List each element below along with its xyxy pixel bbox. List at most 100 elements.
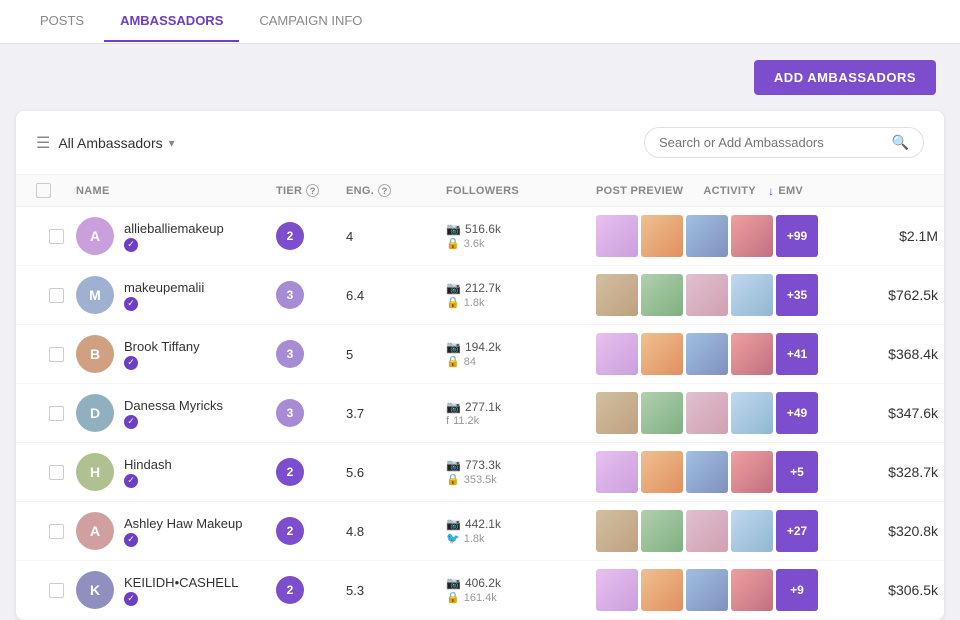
- table-row: D Danessa Myricks ✓ 3 3.7 📷 277.1k f 11.…: [16, 384, 944, 443]
- followers-sub: 🔒 353.5k: [446, 473, 596, 486]
- table-row: M makeupemalii ✓ 3 6.4 📷 212.7k 🔒 1.8k: [16, 266, 944, 325]
- name-info: KEILIDH•CASHELL ✓: [124, 575, 238, 606]
- preview-thumb: [596, 274, 638, 316]
- followers-main: 📷 442.1k: [446, 517, 596, 531]
- tab-ambassadors[interactable]: AMBASSADORS: [104, 1, 239, 42]
- more-actions-button[interactable]: ⋮: [938, 457, 944, 487]
- filter-dropdown[interactable]: All Ambassadors ▾: [58, 135, 174, 151]
- col-emv[interactable]: ↓ EMV: [768, 184, 888, 198]
- more-actions-cell: ⋮: [938, 457, 944, 487]
- tier-cell: 2: [276, 458, 346, 486]
- followers-main: 📷 773.3k: [446, 458, 596, 472]
- engagement-cell: 4.8: [346, 524, 446, 539]
- preview-cell: +49: [596, 392, 818, 434]
- row-checkbox[interactable]: [49, 583, 64, 598]
- preview-thumb: [731, 392, 773, 434]
- select-all-checkbox[interactable]: [36, 183, 51, 198]
- col-post-preview: Post Preview Activity: [596, 185, 768, 197]
- verified-icon: ✓: [124, 297, 138, 311]
- eng-info-icon[interactable]: ?: [378, 184, 391, 197]
- row-checkbox[interactable]: [49, 229, 64, 244]
- preview-thumb: [686, 333, 728, 375]
- verified-icon: ✓: [124, 592, 138, 606]
- preview-more-badge: +27: [776, 510, 818, 552]
- ambassador-name: KEILIDH•CASHELL: [124, 575, 238, 590]
- tier-info-icon[interactable]: ?: [306, 184, 319, 197]
- followers-sub: f 11.2k: [446, 415, 596, 427]
- more-actions-button[interactable]: ⋮: [938, 516, 944, 546]
- preview-thumb: [686, 510, 728, 552]
- preview-more-badge: +9: [776, 569, 818, 611]
- name-cell: D Danessa Myricks ✓: [76, 394, 276, 432]
- row-checkbox-cell: [36, 229, 76, 244]
- preview-more-badge: +5: [776, 451, 818, 493]
- preview-cell: +99: [596, 215, 818, 257]
- name-info: allieballiemakeup ✓: [124, 221, 224, 252]
- preview-thumb: [686, 274, 728, 316]
- ambassador-name: allieballiemakeup: [124, 221, 224, 236]
- preview-thumb: [686, 215, 728, 257]
- avatar: A: [76, 512, 114, 550]
- more-actions-cell: ⋮: [938, 398, 944, 428]
- name-cell: M makeupemalii ✓: [76, 276, 276, 314]
- tab-posts[interactable]: POSTS: [24, 1, 100, 42]
- preview-thumb: [596, 333, 638, 375]
- preview-thumb: [731, 451, 773, 493]
- row-checkbox[interactable]: [49, 406, 64, 421]
- avatar: K: [76, 571, 114, 609]
- followers-cell: 📷 406.2k 🔒 161.4k: [446, 576, 596, 604]
- followers-main: 📷 406.2k: [446, 576, 596, 590]
- followers-cell: 📷 277.1k f 11.2k: [446, 400, 596, 427]
- emv-cell: $368.4k: [818, 346, 938, 362]
- preview-cell: +27: [596, 510, 818, 552]
- followers-sub: 🔒 161.4k: [446, 591, 596, 604]
- col-name: Name: [76, 185, 276, 197]
- preview-thumb: [641, 215, 683, 257]
- row-checkbox[interactable]: [49, 288, 64, 303]
- row-checkbox-cell: [36, 288, 76, 303]
- col-eng: Eng. ?: [346, 184, 446, 197]
- avatar: D: [76, 394, 114, 432]
- verified-badge: ✓: [124, 238, 224, 252]
- row-checkbox[interactable]: [49, 524, 64, 539]
- ambassador-name: makeupemalii: [124, 280, 204, 295]
- tier-cell: 2: [276, 517, 346, 545]
- more-actions-button[interactable]: ⋮: [938, 575, 944, 605]
- tier-badge: 3: [276, 340, 304, 368]
- header-bar: ADD AMBASSADORS: [0, 44, 960, 111]
- followers-sub: 🔒 1.8k: [446, 296, 596, 309]
- preview-thumb: [731, 274, 773, 316]
- preview-thumb: [641, 392, 683, 434]
- verified-icon: ✓: [124, 238, 138, 252]
- more-actions-button[interactable]: ⋮: [938, 280, 944, 310]
- filter-selected-label: All Ambassadors: [58, 135, 162, 151]
- emv-cell: $762.5k: [818, 287, 938, 303]
- followers-cell: 📷 194.2k 🔒 84: [446, 340, 596, 368]
- followers-sub: 🐦 1.8k: [446, 532, 596, 545]
- preview-more-badge: +35: [776, 274, 818, 316]
- name-cell: K KEILIDH•CASHELL ✓: [76, 571, 276, 609]
- tab-campaign-info[interactable]: CAMPAIGN INFO: [243, 1, 378, 42]
- row-checkbox-cell: [36, 347, 76, 362]
- add-ambassadors-button[interactable]: ADD AMBASSADORS: [754, 60, 936, 95]
- row-checkbox[interactable]: [49, 465, 64, 480]
- preview-thumb: [731, 215, 773, 257]
- top-navigation: POSTS AMBASSADORS CAMPAIGN INFO: [0, 0, 960, 44]
- more-actions-button[interactable]: ⋮: [938, 339, 944, 369]
- search-input[interactable]: [659, 135, 884, 150]
- more-actions-button[interactable]: ⋮: [938, 221, 944, 251]
- engagement-cell: 5.3: [346, 583, 446, 598]
- col-checkbox: [36, 183, 76, 198]
- tier-badge: 2: [276, 458, 304, 486]
- preview-thumb: [641, 274, 683, 316]
- tier-badge: 3: [276, 281, 304, 309]
- more-actions-button[interactable]: ⋮: [938, 398, 944, 428]
- more-actions-cell: ⋮: [938, 516, 944, 546]
- col-followers: Followers: [446, 185, 596, 197]
- more-actions-cell: ⋮: [938, 575, 944, 605]
- row-checkbox[interactable]: [49, 347, 64, 362]
- col-tier: Tier ?: [276, 184, 346, 197]
- preview-thumb: [641, 569, 683, 611]
- row-checkbox-cell: [36, 583, 76, 598]
- verified-badge: ✓: [124, 474, 172, 488]
